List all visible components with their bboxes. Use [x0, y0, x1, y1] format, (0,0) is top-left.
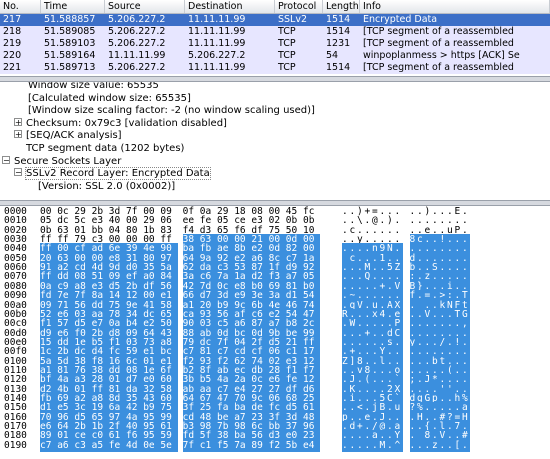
detail-line[interactable]: [Version: SSL 2.0 (0x0002)] — [38, 181, 175, 193]
hex-byte[interactable]: 89 — [251, 439, 269, 452]
column-header-destination[interactable]: Destination — [185, 0, 275, 13]
hex-byte[interactable]: 7a — [234, 439, 252, 452]
packet-row[interactable]: 221 51.589713 5.206.227.2 11.11.11.99 TCP 151… — [0, 62, 550, 74]
detail-text: [Window size scaling factor: -2 (no wind… — [28, 105, 315, 117]
detail-line[interactable]: [Window size scaling factor: -2 (no wind… — [28, 105, 315, 117]
hex-byte[interactable]: c3 — [74, 439, 92, 452]
expand-icon[interactable]: + — [14, 130, 22, 139]
hex-byte[interactable]: a6 — [57, 439, 75, 452]
packet-cell-no: 220 — [3, 50, 22, 61]
column-header-time[interactable]: Time — [41, 0, 105, 13]
detail-line[interactable]: − SSLv2 Record Layer: Encrypted Data — [14, 167, 211, 181]
packet-cell-info: winpoplanmess > https [ACK] Se — [363, 50, 520, 61]
packet-cell-time: 51.589103 — [44, 38, 96, 49]
packet-cell-len: 1514 — [326, 26, 351, 37]
packet-cell-time: 51.589713 — [44, 62, 96, 73]
collapse-icon[interactable]: − — [2, 155, 10, 164]
detail-line[interactable]: TCP segment data (1202 bytes) — [26, 143, 184, 155]
column-header-info[interactable]: Info — [360, 0, 550, 13]
packet-cell-src: 5.206.227.2 — [108, 62, 166, 73]
packet-list-rows: 217 51.588857 5.206.227.2 11.11.11.99 SSLv2 1… — [0, 14, 550, 74]
packet-cell-proto: TCP — [278, 38, 296, 49]
detail-text: Checksum: 0x79c3 [validation disabled] — [26, 117, 227, 129]
detail-text: [Version: SSL 2.0 (0x0002)] — [38, 180, 176, 192]
packet-cell-src: 5.206.227.2 — [108, 38, 166, 49]
packet-cell-src: 5.206.227.2 — [108, 14, 166, 25]
detail-line[interactable]: Window size value: 65535 — [28, 82, 159, 92]
packet-cell-src: 11.11.11.99 — [108, 50, 166, 61]
collapse-icon[interactable]: − — [14, 168, 22, 177]
ascii-char[interactable]: . — [462, 439, 470, 452]
packet-row[interactable]: 218 51.589085 5.206.227.2 11.11.11.99 TCP 151… — [0, 26, 550, 38]
packet-cell-no: 217 — [3, 14, 22, 25]
detail-line[interactable]: [Calculated window size: 65535] — [28, 93, 191, 105]
packet-cell-no: 219 — [3, 38, 22, 49]
packet-details-pane[interactable]: Window size value: 65535 [Calculated wind… — [0, 82, 550, 200]
packet-cell-len: 1514 — [326, 14, 351, 25]
packet-cell-info: [TCP segment of a reassembled — [363, 62, 514, 73]
detail-text: SSLv2 Record Layer: Encrypted Data — [25, 167, 211, 181]
packet-cell-dst: 5.206.227.2 — [188, 50, 246, 61]
detail-text: [SEQ/ACK analysis] — [26, 130, 122, 142]
hex-byte[interactable]: 5b — [285, 439, 303, 452]
packet-cell-len: 1514 — [326, 62, 351, 73]
packet-cell-no: 221 — [3, 62, 22, 73]
packet-cell-proto: TCP — [278, 62, 296, 73]
detail-text: [Calculated window size: 65535] — [28, 92, 191, 104]
packet-cell-time: 51.589164 — [44, 50, 96, 61]
packet-list-header: No. Time Source Destination Protocol Length In… — [0, 0, 550, 14]
packet-row[interactable]: 220 51.589164 11.11.11.99 5.206.227.2 TCP 54 w… — [0, 50, 550, 62]
column-header-protocol[interactable]: Protocol — [275, 0, 323, 13]
packet-row[interactable]: 219 51.589103 5.206.227.2 11.11.11.99 TCP 123… — [0, 38, 550, 50]
hex-byte[interactable]: 4d — [126, 439, 144, 452]
expand-icon[interactable]: + — [14, 117, 22, 126]
detail-line[interactable]: − Secure Sockets Layer — [2, 155, 122, 168]
hex-offset: 0190 — [4, 439, 27, 451]
packet-cell-info: [TCP segment of a reassembled — [363, 26, 514, 37]
column-header-no[interactable]: No. — [0, 0, 41, 13]
packet-cell-time: 51.588857 — [44, 14, 96, 25]
packet-row[interactable]: 217 51.588857 5.206.227.2 11.11.11.99 SSLv2 1… — [0, 14, 550, 26]
packet-cell-info: Encrypted Data — [363, 14, 438, 25]
packet-cell-src: 5.206.227.2 — [108, 26, 166, 37]
detail-text: Secure Sockets Layer — [14, 155, 122, 167]
detail-text: Window size value: 65535 — [28, 82, 159, 91]
column-header-source[interactable]: Source — [105, 0, 185, 13]
hex-byte[interactable]: 0e — [143, 439, 161, 452]
packet-bytes-pane[interactable]: 0000 00 0c 29 2b 3d 7f 00 09 0f 0a 29 18 08 00 45 fc..) +… — [0, 206, 550, 459]
packet-cell-dst: 11.11.11.99 — [188, 26, 246, 37]
packet-cell-len: 1231 — [326, 38, 351, 49]
hex-byte[interactable]: a5 — [91, 439, 109, 452]
hex-byte[interactable]: fe — [108, 439, 126, 452]
hex-byte[interactable]: c7 — [40, 439, 58, 452]
packet-cell-no: 218 — [3, 26, 22, 37]
packet-cell-dst: 11.11.11.99 — [188, 62, 246, 73]
hex-row: 0190 c7 a6 c3 a5 fe 4d 0e 5e 7f c1 f5 7a 89 f2 5b e4....… — [0, 439, 550, 452]
hex-byte[interactable]: 5e — [160, 439, 179, 452]
packet-cell-proto: TCP — [278, 50, 296, 61]
packet-cell-dst: 11.11.11.99 — [188, 14, 246, 25]
packet-cell-len: 54 — [326, 50, 339, 61]
hex-byte[interactable]: f2 — [268, 439, 286, 452]
detail-text: TCP segment data (1202 bytes) — [26, 143, 185, 154]
hex-byte[interactable]: c1 — [199, 439, 217, 452]
packet-cell-dst: 11.11.11.99 — [188, 38, 246, 49]
detail-line[interactable]: + Checksum: 0x79c3 [validation disabled] — [14, 117, 227, 130]
column-header-length[interactable]: Length — [323, 0, 360, 13]
detail-line[interactable]: + [SEQ/ACK analysis] — [14, 130, 122, 142]
packet-cell-info: [TCP segment of a reassembled — [363, 38, 514, 49]
packet-list-pane[interactable]: No. Time Source Destination Protocol Length In… — [0, 0, 550, 76]
packet-cell-proto: TCP — [278, 26, 296, 37]
hex-byte[interactable]: 7f — [182, 439, 200, 452]
hex-byte[interactable]: e4 — [303, 439, 321, 452]
hex-byte[interactable]: f5 — [217, 439, 235, 452]
packet-cell-time: 51.589085 — [44, 26, 96, 37]
packet-cell-proto: SSLv2 — [278, 14, 308, 25]
